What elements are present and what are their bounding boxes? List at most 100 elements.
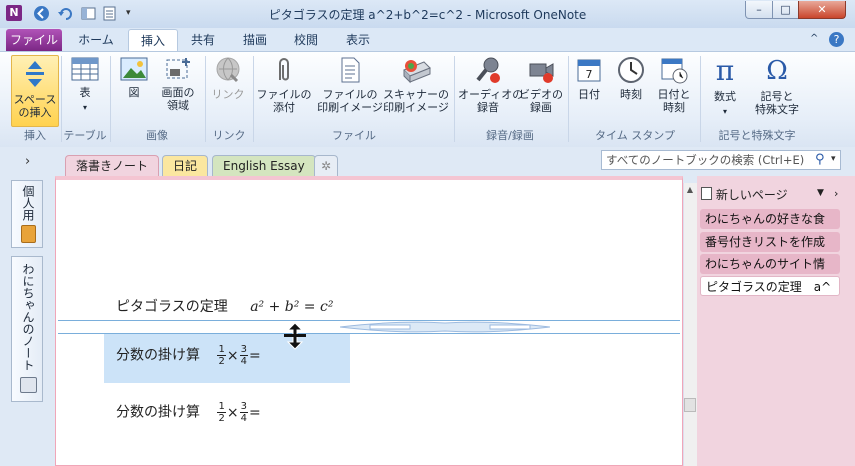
search-input[interactable]: すべてのノートブックの検索 (Ctrl+E) xyxy=(601,150,841,170)
equation-button[interactable]: π 数式 ▾ xyxy=(704,56,746,119)
new-section-tab[interactable]: ✲ xyxy=(314,155,339,176)
fraction-text: 分数の掛け算 xyxy=(116,404,200,421)
maximize-button[interactable]: □ xyxy=(772,1,799,19)
scroll-thumb[interactable] xyxy=(684,398,696,412)
file-printout-button[interactable]: ファイルの 印刷イメージ xyxy=(317,56,383,114)
group-divider xyxy=(700,56,701,142)
date-time-label: 日付と 時刻 xyxy=(657,88,691,114)
record-audio-label: オーディオの 録音 xyxy=(458,88,524,114)
fraction-equation: 1 2 × 3 4 = xyxy=(217,344,261,367)
section-tab-diary[interactable]: 日記 xyxy=(162,155,209,176)
minimize-button[interactable]: – xyxy=(745,1,773,19)
new-page-icon xyxy=(701,187,712,200)
help-icon[interactable]: ? xyxy=(829,32,844,47)
attach-file-label: ファイルの 添付 xyxy=(256,88,312,114)
record-video-label: ビデオの 録画 xyxy=(519,88,563,114)
group-divider xyxy=(110,56,111,142)
section-tab-rakugaki[interactable]: 落書きノート xyxy=(65,155,160,176)
note-line-pythagoras[interactable]: ピタゴラスの定理 a² + b² = c² xyxy=(116,296,333,316)
new-page-button[interactable]: 新しいページ xyxy=(701,186,788,203)
equation-label: 数式 xyxy=(714,90,736,103)
notebook-wanichan[interactable]: わにちゃんのノート xyxy=(11,256,43,402)
tab-view[interactable]: 表示 xyxy=(343,29,373,51)
svg-text:7: 7 xyxy=(586,68,593,81)
section-tab-english-essay[interactable]: English Essay xyxy=(212,155,316,176)
tab-review[interactable]: 校閲 xyxy=(291,29,321,51)
picture-button[interactable]: 図 xyxy=(116,56,152,100)
screen-clipping-label: 画面の 領域 xyxy=(161,86,195,112)
symbol-label: 記号と 特殊文字 xyxy=(755,90,799,116)
table-button[interactable]: 表 ▾ xyxy=(66,56,104,115)
scanner-icon xyxy=(403,60,431,84)
scroll-up-icon[interactable]: ▲ xyxy=(684,185,696,197)
notebook-personal-label: 個人用 xyxy=(21,185,35,221)
tab-file[interactable]: ファイル xyxy=(6,29,62,51)
clock-icon xyxy=(618,57,644,83)
symbol-button[interactable]: Ω 記号と 特殊文字 xyxy=(748,56,806,116)
scanner-printout-label: スキャナーの 印刷イメージ xyxy=(383,88,449,114)
close-button[interactable]: ✕ xyxy=(798,1,846,19)
search-icon[interactable]: ⚲ xyxy=(815,152,825,167)
screen-clipping-button[interactable]: 画面の 領域 xyxy=(155,56,201,112)
group-recording-label: 録音/録画 xyxy=(486,129,534,142)
group-files-label: ファイル xyxy=(332,129,376,142)
tab-draw[interactable]: 描画 xyxy=(240,29,270,51)
expand-navigation-icon[interactable]: › xyxy=(25,154,30,169)
group-insert-label: 挿入 xyxy=(24,129,46,142)
note-line-fraction-selected[interactable]: 分数の掛け算 1 2 × 3 4 = xyxy=(116,344,261,367)
page-list-collapse-icon[interactable]: › xyxy=(834,187,838,200)
link-label: リンク xyxy=(211,88,245,101)
group-link-label: リンク xyxy=(212,129,246,142)
table-icon xyxy=(71,57,99,81)
fraction-three-quarters: 34 xyxy=(239,344,248,367)
calendar-clock-icon xyxy=(661,58,688,84)
video-camera-icon xyxy=(529,63,554,83)
collapse-ribbon-icon[interactable]: ^ xyxy=(810,33,818,44)
time-button[interactable]: 時刻 xyxy=(614,56,648,102)
pythagoras-equation: a² + b² = c² xyxy=(250,299,334,315)
page-item[interactable]: 番号付きリストを作成 xyxy=(700,232,840,252)
new-page-label: 新しいページ xyxy=(715,188,788,202)
notebook-open-icon xyxy=(20,377,37,393)
fraction-text: 分数の掛け算 xyxy=(116,347,200,364)
scanner-printout-button[interactable]: スキャナーの 印刷イメージ xyxy=(383,56,449,114)
search-scope-dropdown-icon[interactable]: ▾ xyxy=(831,154,836,164)
link-button[interactable]: リンク xyxy=(210,56,246,102)
date-time-button[interactable]: 日付と 時刻 xyxy=(654,56,694,114)
vertical-scrollbar[interactable] xyxy=(683,183,698,466)
record-audio-button[interactable]: オーディオの 録音 xyxy=(458,56,524,114)
table-label: 表 xyxy=(79,86,91,99)
screen-clipping-icon xyxy=(166,58,190,79)
insert-space-button[interactable]: スペース の挿入 xyxy=(11,55,59,127)
tab-insert[interactable]: 挿入 xyxy=(128,29,178,52)
page-item[interactable]: わにちゃんの好きな食 xyxy=(700,209,840,229)
insert-space-label: スペース の挿入 xyxy=(13,93,57,119)
picture-label: 図 xyxy=(128,86,140,99)
link-icon xyxy=(216,57,240,83)
page-item-selected[interactable]: ピタゴラスの定理 a^ xyxy=(700,276,840,296)
fraction-half: 12 xyxy=(217,401,226,424)
group-symbols-label: 記号と特殊文字 xyxy=(718,129,796,142)
pi-icon: π xyxy=(715,54,735,87)
window-title: ピタゴラスの定理 a^2+b^2=c^2 - Microsoft OneNote xyxy=(268,8,587,22)
fraction-three-quarters: 34 xyxy=(239,401,248,424)
page-item[interactable]: わにちゃんのサイト情 xyxy=(700,254,840,274)
date-button[interactable]: 7 日付 xyxy=(572,56,606,102)
microphone-icon xyxy=(476,57,500,83)
notebook-personal[interactable]: 個人用 xyxy=(11,180,43,248)
fraction-half: 12 xyxy=(217,344,226,367)
note-line-fraction[interactable]: 分数の掛け算 1 2 × 3 4 = xyxy=(116,401,261,424)
notebook-wanichan-label: わにちゃんのノート xyxy=(21,263,35,371)
group-images-label: 画像 xyxy=(146,129,168,142)
calendar-icon: 7 xyxy=(577,59,601,82)
group-table-label: テーブル xyxy=(63,129,107,142)
notebook-icon xyxy=(21,225,36,243)
page-list-dropdown-icon[interactable]: ▼ xyxy=(817,188,824,198)
insert-space-handle xyxy=(340,321,550,333)
tab-home[interactable]: ホーム xyxy=(76,29,116,51)
record-video-button[interactable]: ビデオの 録画 xyxy=(518,56,564,114)
group-timestamp-label: タイム スタンプ xyxy=(595,129,675,142)
file-printout-label: ファイルの 印刷イメージ xyxy=(317,88,383,114)
tab-share[interactable]: 共有 xyxy=(188,29,218,51)
attach-file-button[interactable]: ファイルの 添付 xyxy=(256,56,312,114)
